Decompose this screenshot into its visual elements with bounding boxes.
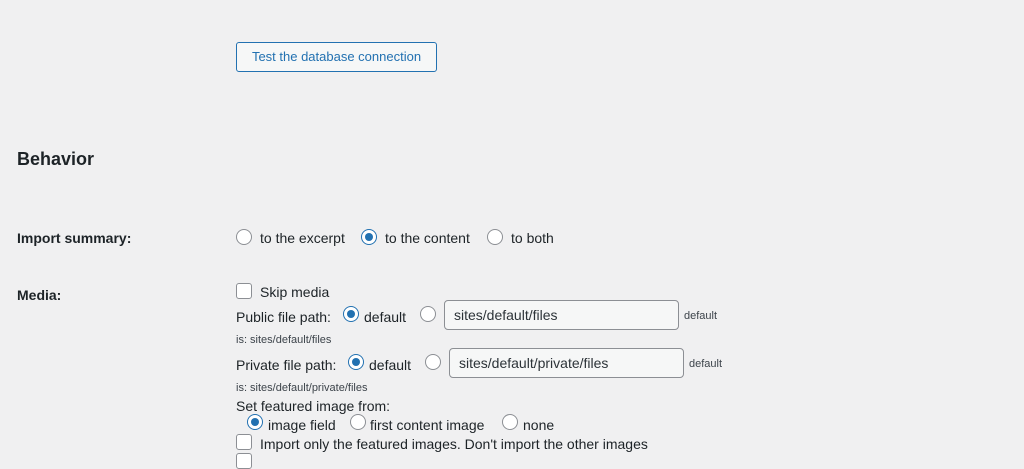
import-only-featured-checkbox[interactable] [236, 434, 252, 450]
private-file-path-default-label: default [369, 357, 412, 373]
skip-media-checkbox[interactable] [236, 283, 252, 299]
next-option-checkbox[interactable] [236, 453, 252, 469]
test-database-connection-button[interactable]: Test the database connection [236, 42, 437, 72]
featured-image-none-radio[interactable] [502, 414, 518, 430]
skip-media-label: Skip media [260, 284, 330, 300]
import-summary-both-label: to both [511, 230, 554, 246]
public-file-path-default-label: default [364, 309, 407, 325]
private-file-path-label: Private file path: [236, 357, 337, 373]
featured-image-none-label: none [523, 417, 555, 433]
public-file-path-default-radio[interactable] [343, 306, 359, 322]
private-file-path-default-radio[interactable] [348, 354, 364, 370]
public-file-path-hint-prefix: default [684, 310, 718, 322]
import-summary-excerpt-radio[interactable] [236, 229, 252, 245]
featured-image-field-label: image field [268, 417, 336, 433]
media-label: Media: [17, 287, 62, 303]
import-only-featured-label: Import only the featured images. Don't i… [260, 436, 648, 452]
public-file-path-label: Public file path: [236, 309, 331, 325]
import-summary-label: Import summary: [17, 230, 132, 246]
featured-image-label: Set featured image from: [236, 398, 391, 414]
private-file-path-hint-prefix: default [689, 358, 723, 370]
import-summary-content-label: to the content [385, 230, 470, 246]
private-file-path-input[interactable] [449, 348, 684, 378]
featured-image-field-radio[interactable] [247, 414, 263, 430]
featured-image-first-content-label: first content image [370, 417, 485, 433]
private-file-path-hint: is: sites/default/private/files [236, 382, 368, 394]
import-summary-both-radio[interactable] [487, 229, 503, 245]
import-summary-content-radio[interactable] [361, 229, 377, 245]
import-summary-excerpt-label: to the excerpt [260, 230, 345, 246]
featured-image-first-content-radio[interactable] [350, 414, 366, 430]
public-file-path-input[interactable] [444, 300, 679, 330]
public-file-path-hint: is: sites/default/files [236, 334, 332, 346]
behavior-section-title: Behavior [17, 149, 95, 169]
public-file-path-custom-radio[interactable] [420, 306, 436, 322]
private-file-path-custom-radio[interactable] [425, 354, 441, 370]
